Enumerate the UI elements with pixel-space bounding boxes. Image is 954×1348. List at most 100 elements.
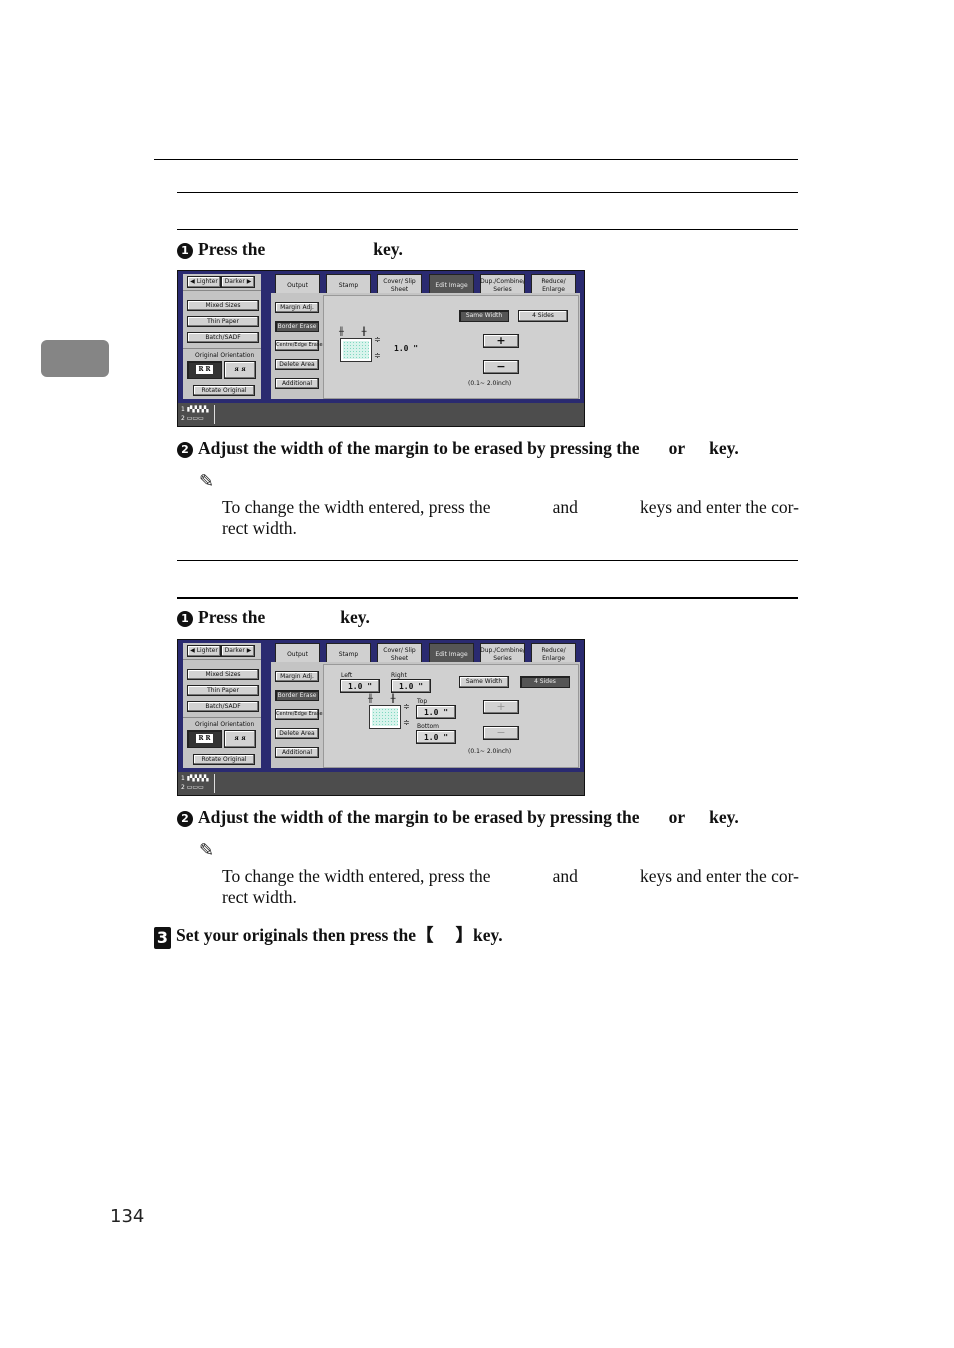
step-text: key. bbox=[473, 925, 503, 945]
section-rule bbox=[177, 192, 798, 193]
step-number-icon: 2 bbox=[177, 811, 193, 827]
right-label: Right bbox=[391, 672, 407, 679]
copier-panel-same-width: ◀ Lighter Darker ▶ Mixed Sizes Thin Pape… bbox=[177, 270, 585, 427]
step-text: key. bbox=[709, 438, 739, 458]
left-control-column: ◀ Lighter Darker ▶ Mixed Sizes Thin Pape… bbox=[183, 274, 261, 399]
orientation-portrait-button[interactable]: R R bbox=[187, 730, 222, 748]
step-number-icon: 3 bbox=[154, 927, 171, 949]
paper-preview-icon bbox=[369, 705, 401, 729]
status-bar: 1 ▮▚▚▚▚ 2 ▭▭▭ bbox=[178, 403, 584, 426]
step-2: 2 Adjust the width of the margin to be er… bbox=[177, 807, 739, 828]
erase-width-arrows-icon: ╫ ╫ bbox=[368, 694, 396, 703]
step-number-icon: 2 bbox=[177, 442, 193, 458]
step-text: key. bbox=[709, 807, 739, 827]
delete-area-button[interactable]: Delete Area bbox=[275, 359, 319, 370]
orientation-rotated-r-icon: ᴙ ᴙ bbox=[234, 366, 246, 373]
edit-image-content: Margin Adj. Border Erase Centre/Edge Era… bbox=[271, 662, 580, 768]
pencil-note-icon: ✎ bbox=[199, 840, 215, 861]
erase-width-arrows-icon: ╫ ╫ bbox=[339, 327, 367, 336]
step-text: Adjust the width of the margin to be era… bbox=[198, 438, 640, 458]
orientation-r-icon: R R bbox=[196, 734, 213, 743]
four-sides-button[interactable]: 4 Sides bbox=[520, 676, 570, 688]
chapter-tab-marker bbox=[41, 340, 109, 377]
key-bracket: 【 bbox=[416, 925, 434, 945]
bottom-value-field[interactable]: 1.0 " bbox=[416, 730, 456, 744]
pencil-note-icon: ✎ bbox=[199, 471, 215, 492]
step-text: Press the bbox=[198, 607, 266, 627]
header-rule bbox=[154, 159, 798, 160]
edit-image-content: Margin Adj. Border Erase Centre/Edge Era… bbox=[271, 293, 580, 399]
note-text: To change the width entered, press the an… bbox=[222, 866, 799, 907]
margin-adj-button[interactable]: Margin Adj. bbox=[275, 302, 319, 313]
same-width-button[interactable]: Same Width bbox=[459, 310, 509, 322]
section-rule bbox=[177, 229, 798, 230]
status-bar: 1 ▮▚▚▚▚ 2 ▭▭▭ bbox=[178, 772, 584, 795]
rotate-original-button[interactable]: Rotate Original bbox=[193, 385, 255, 396]
erase-height-arrows-icon: ≑ ≑ bbox=[403, 702, 410, 727]
step-text: Adjust the width of the margin to be era… bbox=[198, 807, 640, 827]
left-value-field[interactable]: 1.0 " bbox=[340, 679, 380, 693]
width-value: 1.0 " bbox=[394, 344, 419, 353]
border-erase-settings: Same Width 4 Sides ╫ ╫ ≑ ≑ 1.0 " + − (0.1… bbox=[323, 295, 579, 399]
key-bracket: 】 bbox=[455, 925, 474, 945]
paper-preview-icon bbox=[340, 338, 372, 362]
step-text: or bbox=[668, 438, 686, 458]
centre-edge-erase-button[interactable]: Centre/Edge Erase bbox=[275, 709, 323, 720]
step-text: or bbox=[668, 807, 686, 827]
step-text: key. bbox=[340, 607, 370, 627]
plus-button[interactable]: + bbox=[483, 334, 519, 348]
darker-button[interactable]: Darker ▶ bbox=[221, 276, 255, 288]
step-text: Set your originals then press the bbox=[176, 925, 416, 945]
mixed-sizes-button[interactable]: Mixed Sizes bbox=[187, 669, 259, 680]
orientation-label: Original Orientation bbox=[195, 352, 255, 359]
range-label: (0.1~ 2.0inch) bbox=[468, 380, 512, 387]
paper-tray-icon: 1 ▮▚▚▚▚ 2 ▭▭▭ bbox=[181, 774, 215, 793]
batch-sadf-button[interactable]: Batch/SADF bbox=[187, 332, 259, 343]
batch-sadf-button[interactable]: Batch/SADF bbox=[187, 701, 259, 712]
centre-edge-erase-button[interactable]: Centre/Edge Erase bbox=[275, 340, 323, 351]
step-number-icon: 1 bbox=[177, 611, 193, 627]
step-3: 3 Set your originals then press the【 】key. bbox=[154, 922, 503, 949]
thin-paper-button[interactable]: Thin Paper bbox=[187, 316, 259, 327]
mixed-sizes-button[interactable]: Mixed Sizes bbox=[187, 300, 259, 311]
delete-area-button[interactable]: Delete Area bbox=[275, 728, 319, 739]
rotate-original-button[interactable]: Rotate Original bbox=[193, 754, 255, 765]
four-sides-button[interactable]: 4 Sides bbox=[518, 310, 568, 322]
step-number-icon: 1 bbox=[177, 243, 193, 259]
lighter-button[interactable]: ◀ Lighter bbox=[187, 276, 221, 288]
right-value-field[interactable]: 1.0 " bbox=[391, 679, 431, 693]
same-width-button[interactable]: Same Width bbox=[459, 676, 509, 688]
lighter-button[interactable]: ◀ Lighter bbox=[187, 645, 221, 657]
orientation-r-icon: R R bbox=[196, 365, 213, 374]
step-2: 2 Adjust the width of the margin to be er… bbox=[177, 438, 739, 459]
orientation-landscape-button[interactable]: ᴙ ᴙ bbox=[224, 730, 256, 748]
plus-button[interactable]: + bbox=[483, 700, 519, 714]
minus-button[interactable]: − bbox=[483, 360, 519, 374]
page-number: 134 bbox=[110, 1206, 145, 1227]
top-label: Top bbox=[417, 698, 428, 705]
orientation-landscape-button[interactable]: ᴙ ᴙ bbox=[224, 361, 256, 379]
step-1: 1 Press the key. bbox=[177, 607, 370, 628]
additional-button[interactable]: Additional bbox=[275, 747, 319, 758]
left-label: Left bbox=[341, 672, 353, 679]
erase-height-arrows-icon: ≑ ≑ bbox=[374, 335, 381, 360]
top-value-field[interactable]: 1.0 " bbox=[416, 705, 456, 719]
bottom-label: Bottom bbox=[417, 723, 440, 730]
left-control-column: ◀ Lighter Darker ▶ Mixed Sizes Thin Pape… bbox=[183, 643, 261, 768]
darker-button[interactable]: Darker ▶ bbox=[221, 645, 255, 657]
minus-button[interactable]: − bbox=[483, 726, 519, 740]
orientation-portrait-button[interactable]: R R bbox=[187, 361, 222, 379]
paper-tray-icon: 1 ▮▚▚▚▚ 2 ▭▭▭ bbox=[181, 405, 215, 424]
section-rule bbox=[177, 560, 798, 561]
thin-paper-button[interactable]: Thin Paper bbox=[187, 685, 259, 696]
border-erase-button[interactable]: Border Erase bbox=[275, 321, 319, 332]
orientation-label: Original Orientation bbox=[195, 721, 255, 728]
step-text: key. bbox=[373, 239, 403, 259]
note-text: To change the width entered, press the an… bbox=[222, 497, 799, 538]
range-label: (0.1~ 2.0inch) bbox=[468, 748, 512, 755]
margin-adj-button[interactable]: Margin Adj. bbox=[275, 671, 319, 682]
additional-button[interactable]: Additional bbox=[275, 378, 319, 389]
step-1: 1 Press the key. bbox=[177, 239, 403, 260]
section-rule bbox=[177, 597, 798, 599]
border-erase-button[interactable]: Border Erase bbox=[275, 690, 319, 701]
